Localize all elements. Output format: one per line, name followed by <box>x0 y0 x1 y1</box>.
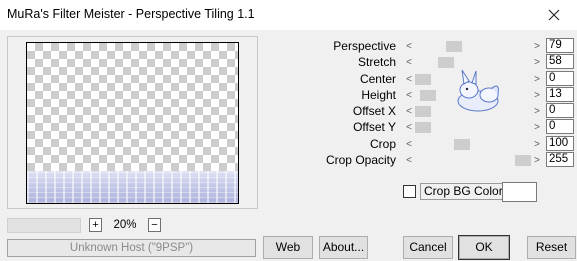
crop-opacity-slider-thumb[interactable] <box>515 155 531 166</box>
about-button[interactable]: About... <box>319 236 368 259</box>
crop-value-field[interactable]: 100 <box>546 136 574 151</box>
center-label: Center <box>359 72 396 86</box>
chevron-right-icon[interactable]: > <box>531 138 543 151</box>
title-bar: MuRa's Filter Meister - Perspective Tili… <box>0 0 577 30</box>
crop-slider-track[interactable] <box>415 139 531 150</box>
height-value-field[interactable]: 13 <box>546 87 574 102</box>
zoom-value: 20% <box>113 219 137 231</box>
stretch-slider-thumb[interactable] <box>438 57 454 68</box>
chevron-left-icon[interactable]: < <box>403 56 415 69</box>
height-slider-thumb[interactable] <box>420 90 436 101</box>
crop-label: Crop <box>369 137 396 151</box>
crop-slider-thumb[interactable] <box>454 139 470 150</box>
preview-panel <box>7 36 258 209</box>
offset-x-label: Offset X <box>352 104 396 118</box>
window-title: MuRa's Filter Meister - Perspective Tili… <box>7 7 255 21</box>
chevron-left-icon[interactable]: < <box>403 89 415 102</box>
cancel-button[interactable]: Cancel <box>403 236 453 259</box>
offset-y-value-field[interactable]: 0 <box>546 119 574 134</box>
crop-slider[interactable]: < > <box>403 138 543 151</box>
web-button[interactable]: Web <box>263 236 313 259</box>
crop-bg-color-group: Crop BG Color <box>403 183 507 200</box>
stretch-slider-track[interactable] <box>415 57 531 68</box>
chevron-right-icon[interactable]: > <box>531 56 543 69</box>
crop-bg-color-checkbox[interactable] <box>403 185 416 198</box>
stretch-label: Stretch <box>357 55 396 69</box>
chevron-left-icon[interactable]: < <box>403 40 415 53</box>
preview-perspective-tiles <box>27 171 238 203</box>
chevron-left-icon[interactable]: < <box>403 138 415 151</box>
crop-opacity-slider[interactable]: < > <box>403 154 543 167</box>
center-value-field[interactable]: 0 <box>546 71 574 86</box>
offset-y-slider[interactable]: < > <box>403 121 543 134</box>
stretch-value-field[interactable]: 58 <box>546 54 574 69</box>
chevron-left-icon[interactable]: < <box>403 105 415 118</box>
crop-opacity-value-field[interactable]: 255 <box>546 152 574 167</box>
zoom-indicator-bar <box>7 218 81 233</box>
chevron-right-icon[interactable]: > <box>531 121 543 134</box>
perspective-value-field[interactable]: 79 <box>546 38 574 53</box>
preview-canvas[interactable] <box>26 42 239 204</box>
ok-button[interactable]: OK <box>459 236 509 259</box>
chevron-right-icon[interactable]: > <box>531 40 543 53</box>
chevron-left-icon[interactable]: < <box>403 121 415 134</box>
host-status: Unknown Host ("9PSP") <box>7 239 256 257</box>
height-label: Height <box>361 88 396 102</box>
chevron-left-icon[interactable]: < <box>403 73 415 86</box>
center-slider-thumb[interactable] <box>415 74 431 85</box>
chevron-right-icon[interactable]: > <box>531 73 543 86</box>
crop-bg-color-swatch[interactable] <box>502 182 537 202</box>
perspective-slider-thumb[interactable] <box>446 41 462 52</box>
perspective-slider[interactable]: < > <box>403 40 543 53</box>
close-icon <box>548 9 560 21</box>
offset-x-value-field[interactable]: 0 <box>546 103 574 118</box>
mascot-logo-icon <box>457 69 499 112</box>
chevron-left-icon[interactable]: < <box>403 154 415 167</box>
offset-y-slider-thumb[interactable] <box>415 122 431 133</box>
crop-opacity-label: Crop Opacity <box>325 153 396 167</box>
zoom-out-button[interactable]: − <box>148 218 161 232</box>
zoom-in-button[interactable]: + <box>89 218 102 232</box>
close-button[interactable] <box>531 0 577 30</box>
crop-bg-color-label[interactable]: Crop BG Color <box>420 183 507 200</box>
offset-y-label: Offset Y <box>353 120 396 134</box>
chevron-right-icon[interactable]: > <box>531 154 543 167</box>
offset-y-slider-track[interactable] <box>415 122 531 133</box>
reset-button[interactable]: Reset <box>527 236 576 259</box>
chevron-right-icon[interactable]: > <box>531 89 543 102</box>
perspective-label: Perspective <box>333 39 396 53</box>
offset-x-slider-thumb[interactable] <box>415 106 431 117</box>
perspective-slider-track[interactable] <box>415 41 531 52</box>
chevron-right-icon[interactable]: > <box>531 105 543 118</box>
crop-opacity-slider-track[interactable] <box>415 155 531 166</box>
